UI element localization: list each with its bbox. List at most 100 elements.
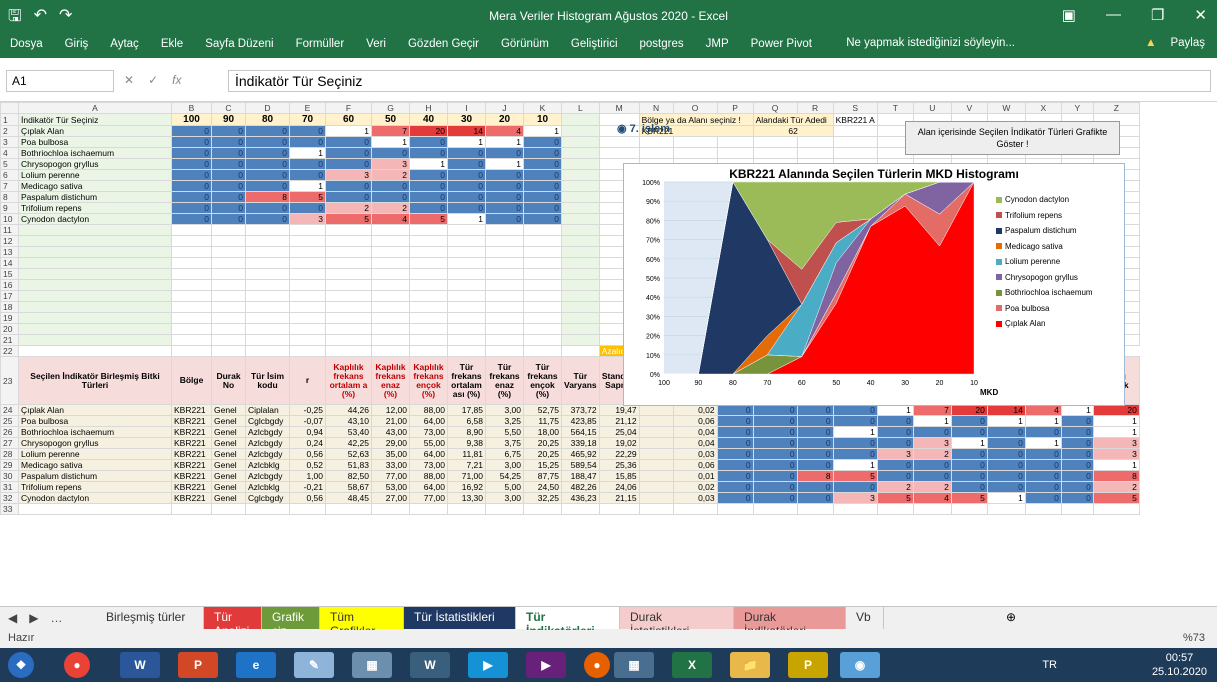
cell[interactable] [171, 290, 212, 302]
cell[interactable] [752, 136, 798, 148]
cell[interactable] [171, 279, 212, 291]
scale-cell[interactable]: 90 [211, 113, 246, 126]
cell[interactable] [211, 323, 246, 335]
cell[interactable] [245, 235, 290, 247]
cell[interactable] [523, 290, 562, 302]
bolge-cell[interactable]: KBR221 [171, 481, 212, 493]
cell[interactable] [18, 312, 172, 324]
count-cell[interactable]: 1 [371, 136, 410, 148]
hist-cell[interactable]: 0 [832, 415, 878, 427]
cancel-icon[interactable]: ✕ [124, 73, 134, 87]
row-header[interactable]: 10 [0, 213, 19, 225]
legend-item[interactable]: Lolium perenne [996, 254, 1093, 270]
media-icon[interactable]: ▶ [468, 652, 508, 678]
cell[interactable] [447, 312, 486, 324]
cell[interactable] [211, 279, 246, 291]
cell[interactable] [598, 147, 640, 159]
cell[interactable] [211, 224, 246, 236]
cell[interactable] [171, 224, 212, 236]
cell[interactable] [211, 290, 246, 302]
cell[interactable] [289, 257, 326, 269]
count-cell[interactable]: 0 [171, 180, 212, 192]
cell[interactable] [325, 224, 372, 236]
count-cell[interactable]: 0 [325, 158, 372, 170]
cell[interactable] [950, 503, 988, 515]
ribbon-tab[interactable]: JMP [706, 38, 729, 50]
hist-cell[interactable]: 0 [876, 426, 914, 438]
count-cell[interactable]: 1 [289, 147, 326, 159]
cell[interactable] [523, 323, 562, 335]
hmax-cell[interactable]: 5 [1092, 492, 1140, 504]
column-header[interactable]: R [796, 102, 834, 114]
scale-cell[interactable]: 70 [289, 113, 326, 126]
hist-cell[interactable]: 0 [876, 470, 914, 482]
hist-cell[interactable]: 0 [986, 470, 1026, 482]
count-cell[interactable]: 1 [523, 125, 562, 137]
count-cell[interactable]: 0 [325, 180, 372, 192]
cell[interactable] [371, 268, 410, 280]
kod-cell[interactable]: Cglcbgdy [245, 415, 290, 427]
count-cell[interactable]: 0 [523, 147, 562, 159]
ribbon-tab[interactable]: Dosya [10, 38, 43, 50]
hist-cell[interactable]: 0 [912, 470, 952, 482]
count-cell[interactable]: 0 [171, 213, 212, 225]
hist-cell[interactable]: 0 [950, 426, 988, 438]
count-cell[interactable]: 1 [447, 136, 486, 148]
cell[interactable] [561, 312, 600, 324]
cell[interactable] [672, 503, 718, 515]
count-cell[interactable]: 0 [523, 169, 562, 181]
hist-cell[interactable]: 0 [1060, 437, 1094, 449]
ribbon-tab[interactable]: Formüller [296, 38, 345, 50]
cell[interactable] [447, 235, 486, 247]
count-cell[interactable]: 3 [325, 169, 372, 181]
var-cell[interactable]: 436,23 [561, 492, 600, 504]
cell[interactable] [638, 503, 674, 515]
hist-cell[interactable]: 1 [1024, 437, 1062, 449]
count-cell[interactable]: 0 [245, 158, 290, 170]
te-cell[interactable]: 3,25 [485, 415, 524, 427]
row-header[interactable]: 29 [0, 459, 19, 471]
row-header[interactable]: 30 [0, 470, 19, 482]
count-cell[interactable]: 0 [245, 147, 290, 159]
share-button[interactable]: Paylaş [1170, 37, 1205, 49]
sd-cell[interactable]: 25,04 [598, 426, 640, 438]
scale-cell[interactable]: 10 [523, 113, 562, 126]
r-cell[interactable]: -0,07 [289, 415, 326, 427]
count-cell[interactable]: 0 [211, 158, 246, 170]
count-cell[interactable]: 0 [371, 191, 410, 203]
cell[interactable] [171, 301, 212, 313]
hist-cell[interactable]: 0 [1024, 426, 1062, 438]
var-cell[interactable]: 423,85 [561, 415, 600, 427]
to-cell[interactable]: 16,92 [447, 481, 486, 493]
cell[interactable] [485, 257, 524, 269]
row-header[interactable]: 17 [0, 290, 19, 302]
kod-cell[interactable]: Azlcbgdy [245, 470, 290, 482]
durak-cell[interactable]: Genel [211, 470, 246, 482]
bolge-cell[interactable]: KBR221 [171, 459, 212, 471]
hist-cell[interactable]: 0 [1024, 459, 1062, 471]
cell[interactable] [211, 235, 246, 247]
row-header[interactable]: 24 [0, 404, 19, 416]
count-cell[interactable]: 0 [325, 191, 372, 203]
cell[interactable] [371, 257, 410, 269]
column-header[interactable]: F [325, 102, 372, 114]
s1-label[interactable]: KBR221 A [832, 113, 878, 126]
te-cell[interactable]: 6,75 [485, 448, 524, 460]
cell[interactable] [447, 224, 486, 236]
cell[interactable] [876, 503, 914, 515]
hist-cell[interactable]: 0 [796, 415, 834, 427]
hist-cell[interactable]: 0 [986, 448, 1026, 460]
cell[interactable] [638, 492, 674, 504]
column-header[interactable]: N [638, 102, 674, 114]
next-sheet-icon[interactable]: ▶ [29, 611, 38, 625]
row-header[interactable]: 4 [0, 147, 19, 159]
cell[interactable] [796, 503, 834, 515]
hist-cell[interactable]: 0 [716, 470, 754, 482]
histogram-chart[interactable]: KBR221 Alanında Seçilen Türlerin MKD His… [623, 163, 1125, 406]
start-icon[interactable]: ❖ [8, 652, 34, 678]
hist-cell[interactable]: 1 [832, 426, 878, 438]
species-name[interactable]: Cynodon dactylon [18, 213, 172, 225]
count-cell[interactable]: 1 [447, 213, 486, 225]
hist-cell[interactable]: 0 [950, 415, 988, 427]
hist-cell[interactable]: 0 [796, 481, 834, 493]
